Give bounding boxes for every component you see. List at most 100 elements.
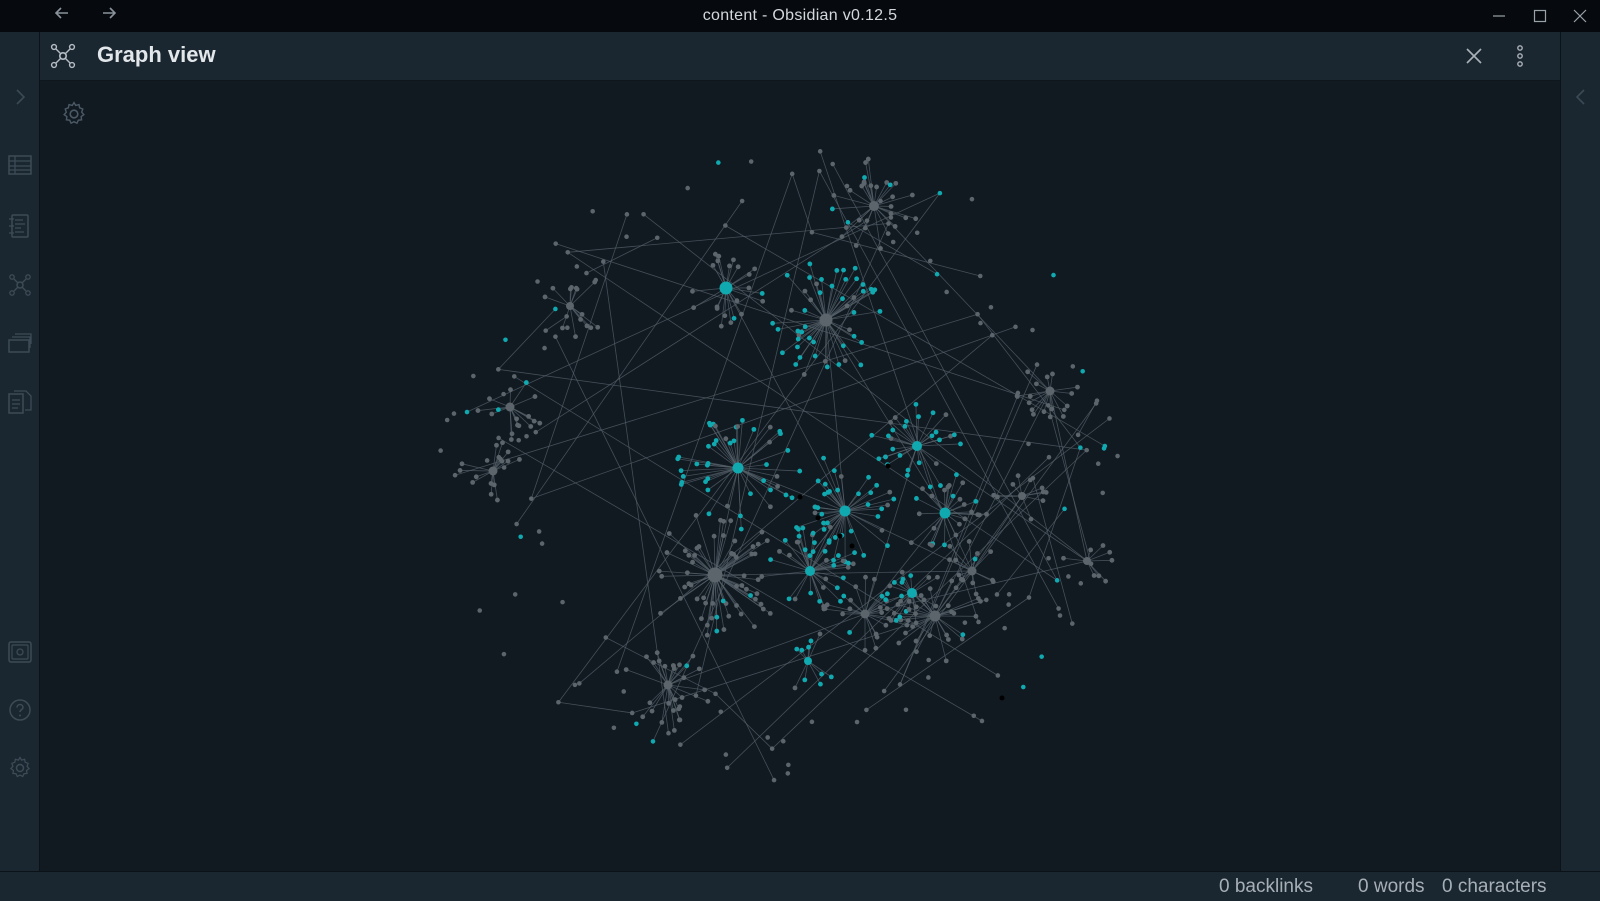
graph-node[interactable] [930,611,941,622]
graph-node[interactable] [984,512,989,517]
graph-node[interactable] [719,324,724,329]
graph-node[interactable] [438,448,443,453]
graph-node[interactable] [878,605,883,610]
graph-node[interactable] [529,496,534,501]
graph-node[interactable] [974,592,979,597]
graph-node[interactable] [621,689,626,694]
graph-node[interactable] [952,432,957,437]
graph-node[interactable] [946,603,951,608]
graph-node[interactable] [1115,454,1120,459]
documents-icon[interactable] [7,389,33,415]
graph-node[interactable] [503,337,508,342]
graph-node[interactable] [500,440,505,445]
graph-node[interactable] [1041,498,1046,503]
graph-node[interactable] [802,678,807,683]
graph-node[interactable] [980,719,985,724]
graph-node[interactable] [894,618,899,623]
graph-node[interactable] [861,282,866,287]
graph-node[interactable] [752,624,757,629]
graph-node[interactable] [995,592,1000,597]
graph-node[interactable] [884,623,889,628]
graph-node[interactable] [995,495,1000,500]
graph-node[interactable] [706,461,711,466]
graph-node[interactable] [502,465,507,470]
graph-node[interactable] [1030,407,1035,412]
graph-node[interactable] [897,615,902,620]
graph-node[interactable] [847,630,852,635]
graph-node[interactable] [713,252,718,257]
graph-node[interactable] [928,586,933,591]
graph-node[interactable] [543,328,548,333]
graph-node[interactable] [883,597,888,602]
graph-node[interactable] [830,284,835,289]
graph-node[interactable] [550,286,555,291]
graph-node[interactable] [775,484,780,489]
graph-node[interactable] [739,527,744,532]
graph-node[interactable] [1034,381,1039,386]
graph-node[interactable] [682,585,687,590]
graph-node[interactable] [891,240,896,245]
graph-node[interactable] [874,185,879,190]
graph-node[interactable] [1061,556,1066,561]
graph-node[interactable] [725,765,730,770]
graph-node[interactable] [761,607,766,612]
graph-node[interactable] [878,246,883,251]
graph-node[interactable] [886,221,891,226]
graph-node[interactable] [489,467,498,476]
graph-node[interactable] [817,169,822,174]
graph-node[interactable] [672,728,677,733]
graph-node[interactable] [506,403,515,412]
graph-node[interactable] [819,277,824,282]
graph-node[interactable] [861,610,870,619]
graph-node[interactable] [808,591,813,596]
graph-node[interactable] [502,652,507,657]
graph-node[interactable] [827,538,832,543]
graph-node[interactable] [533,430,538,435]
graph-node[interactable] [666,731,671,736]
graph-node[interactable] [935,272,940,277]
graph-node[interactable] [657,569,662,574]
graph-node[interactable] [1071,364,1076,369]
graph-node[interactable] [683,548,688,553]
graph-node[interactable] [753,597,758,602]
maximize-icon[interactable] [1520,0,1560,32]
graph-node[interactable] [906,618,911,623]
graph-node[interactable] [543,295,548,300]
graph-node[interactable] [841,268,846,273]
graph-node[interactable] [537,421,542,426]
graph-node[interactable] [1078,581,1083,586]
graph-node[interactable] [802,372,807,377]
graph-node[interactable] [524,434,529,439]
graph-node[interactable] [802,308,807,313]
graph-node[interactable] [658,611,663,616]
graph-node[interactable] [834,268,839,273]
graph-node[interactable] [863,575,868,580]
graph-node[interactable] [825,365,830,370]
graph-node[interactable] [793,686,798,691]
graph-node[interactable] [959,577,964,582]
graph-node[interactable] [988,549,993,554]
graph-node[interactable] [869,287,874,292]
graph-node[interactable] [852,334,857,339]
graph-node[interactable] [624,667,629,672]
graph-node[interactable] [900,570,905,575]
graph-node[interactable] [1046,403,1051,408]
graph-node[interactable] [694,462,699,467]
graph-node[interactable] [526,414,531,419]
graph-node[interactable] [931,410,936,415]
graph-node[interactable] [916,414,921,419]
graph-node[interactable] [836,553,841,558]
graph-node[interactable] [689,583,694,588]
graph-node[interactable] [765,538,770,543]
graph-node[interactable] [694,693,699,698]
graph-node[interactable] [866,475,871,480]
graph-node[interactable] [1107,416,1112,421]
graph-node[interactable] [671,708,676,713]
expand-right-sidebar-icon[interactable] [1568,84,1594,110]
graph-node[interactable] [907,599,912,604]
graph-node[interactable] [869,201,879,211]
graph-node[interactable] [903,424,908,429]
graph-canvas[interactable] [40,81,1560,871]
graph-node[interactable] [577,681,582,686]
graph-node[interactable] [524,380,529,385]
